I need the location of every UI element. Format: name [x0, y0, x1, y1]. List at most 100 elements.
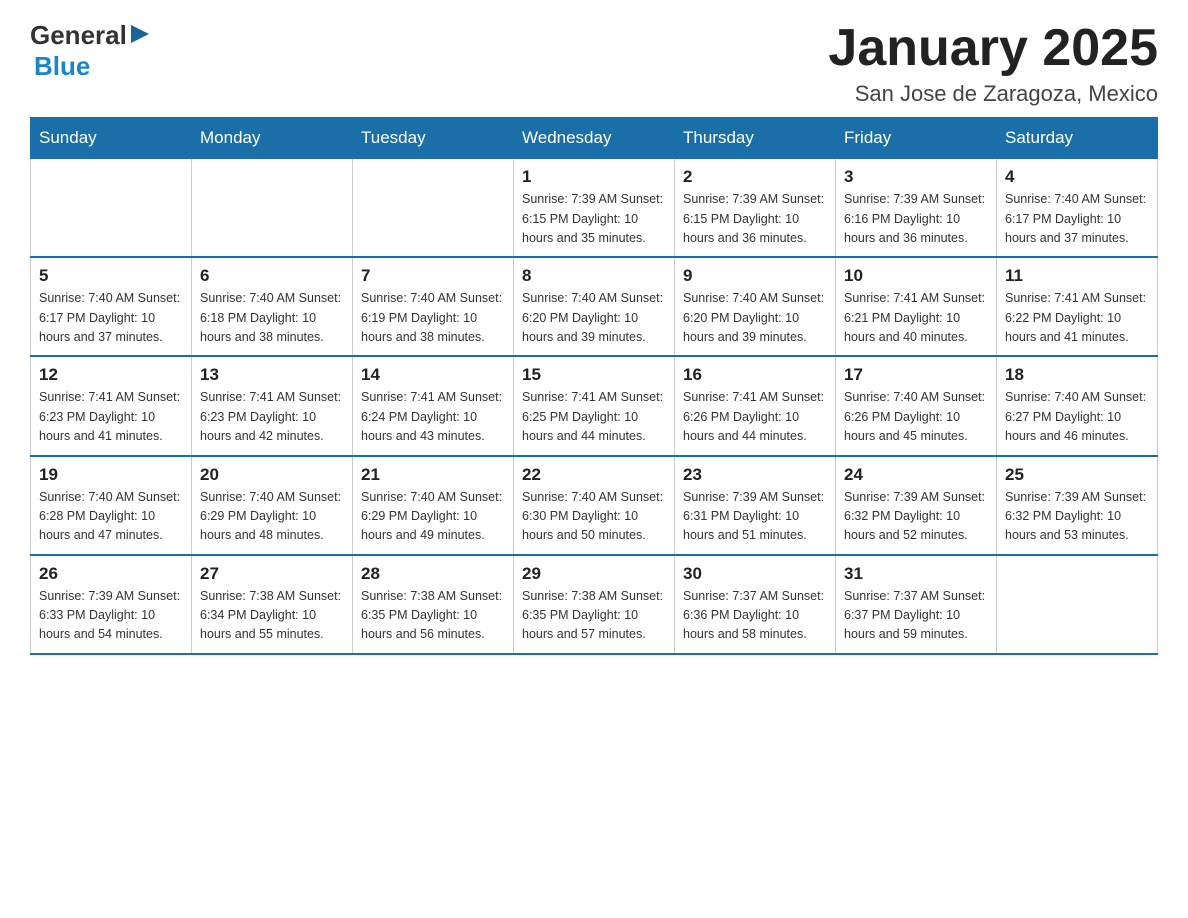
calendar-week-row: 5 Sunrise: 7:40 AM Sunset: 6:17 PM Daylig…: [31, 257, 1158, 356]
calendar-cell: 1 Sunrise: 7:39 AM Sunset: 6:15 PM Daylig…: [514, 159, 675, 258]
logo: General Blue: [30, 20, 151, 82]
calendar-table: SundayMondayTuesdayWednesdayThursdayFrid…: [30, 117, 1158, 655]
day-info: Sunrise: 7:41 AM Sunset: 6:23 PM Dayligh…: [200, 388, 344, 446]
day-number: 2: [683, 167, 827, 187]
day-info: Sunrise: 7:40 AM Sunset: 6:29 PM Dayligh…: [361, 488, 505, 546]
day-number: 8: [522, 266, 666, 286]
calendar-cell: 22Sunrise: 7:40 AM Sunset: 6:30 PM Dayli…: [514, 456, 675, 555]
calendar-cell: 10 Sunrise: 7:41 AM Sunset: 6:21 PM Dayli…: [836, 257, 997, 356]
calendar-cell: 20 Sunrise: 7:40 AM Sunset: 6:29 PM Dayli…: [192, 456, 353, 555]
calendar-cell: 8 Sunrise: 7:40 AM Sunset: 6:20 PM Daylig…: [514, 257, 675, 356]
day-number: 10: [844, 266, 988, 286]
day-number: 24: [844, 465, 988, 485]
day-number: 1: [522, 167, 666, 187]
day-info: Sunrise: 7:39 AM Sunset: 6:31 PM Dayligh…: [683, 488, 827, 546]
day-info: Sunrise: 7:40 AM Sunset: 6:19 PM Dayligh…: [361, 289, 505, 347]
day-number: 11: [1005, 266, 1149, 286]
day-info: Sunrise: 7:41 AM Sunset: 6:25 PM Dayligh…: [522, 388, 666, 446]
day-number: 29: [522, 564, 666, 584]
day-info: Sunrise: 7:41 AM Sunset: 6:23 PM Dayligh…: [39, 388, 183, 446]
day-info: Sunrise: 7:40 AM Sunset: 6:17 PM Dayligh…: [39, 289, 183, 347]
logo-general-text: General: [30, 20, 127, 51]
day-number: 26: [39, 564, 183, 584]
calendar-cell: 13 Sunrise: 7:41 AM Sunset: 6:23 PM Dayli…: [192, 356, 353, 455]
calendar-cell: 17 Sunrise: 7:40 AM Sunset: 6:26 PM Dayli…: [836, 356, 997, 455]
day-info: Sunrise: 7:39 AM Sunset: 6:15 PM Dayligh…: [683, 190, 827, 248]
calendar-week-row: 19 Sunrise: 7:40 AM Sunset: 6:28 PM Dayli…: [31, 456, 1158, 555]
weekday-header-wednesday: Wednesday: [514, 118, 675, 159]
day-number: 9: [683, 266, 827, 286]
day-number: 20: [200, 465, 344, 485]
calendar-cell: 27 Sunrise: 7:38 AM Sunset: 6:34 PM Dayli…: [192, 555, 353, 654]
day-info: Sunrise: 7:41 AM Sunset: 6:21 PM Dayligh…: [844, 289, 988, 347]
calendar-cell: 31 Sunrise: 7:37 AM Sunset: 6:37 PM Dayli…: [836, 555, 997, 654]
day-info: Sunrise: 7:40 AM Sunset: 6:18 PM Dayligh…: [200, 289, 344, 347]
day-info: Sunrise: 7:40 AM Sunset: 6:27 PM Dayligh…: [1005, 388, 1149, 446]
day-info: Sunrise: 7:39 AM Sunset: 6:33 PM Dayligh…: [39, 587, 183, 645]
calendar-cell: 11 Sunrise: 7:41 AM Sunset: 6:22 PM Dayli…: [997, 257, 1158, 356]
day-info: Sunrise: 7:38 AM Sunset: 6:34 PM Dayligh…: [200, 587, 344, 645]
logo-blue-text: Blue: [34, 51, 90, 81]
day-number: 14: [361, 365, 505, 385]
calendar-cell: [31, 159, 192, 258]
day-number: 6: [200, 266, 344, 286]
day-info: Sunrise: 7:40 AM Sunset: 6:28 PM Dayligh…: [39, 488, 183, 546]
calendar-cell: 7 Sunrise: 7:40 AM Sunset: 6:19 PM Daylig…: [353, 257, 514, 356]
day-info: Sunrise: 7:40 AM Sunset: 6:17 PM Dayligh…: [1005, 190, 1149, 248]
day-info: Sunrise: 7:40 AM Sunset: 6:26 PM Dayligh…: [844, 388, 988, 446]
day-number: 25: [1005, 465, 1149, 485]
day-number: 18: [1005, 365, 1149, 385]
calendar-cell: 26 Sunrise: 7:39 AM Sunset: 6:33 PM Dayli…: [31, 555, 192, 654]
title-section: January 2025 San Jose de Zaragoza, Mexic…: [828, 20, 1158, 107]
day-number: 3: [844, 167, 988, 187]
weekday-header-saturday: Saturday: [997, 118, 1158, 159]
day-number: 31: [844, 564, 988, 584]
day-info: Sunrise: 7:39 AM Sunset: 6:32 PM Dayligh…: [844, 488, 988, 546]
calendar-cell: 3 Sunrise: 7:39 AM Sunset: 6:16 PM Daylig…: [836, 159, 997, 258]
calendar-header-row: SundayMondayTuesdayWednesdayThursdayFrid…: [31, 118, 1158, 159]
day-info: Sunrise: 7:40 AM Sunset: 6:20 PM Dayligh…: [522, 289, 666, 347]
day-info: Sunrise: 7:40 AM Sunset: 6:29 PM Dayligh…: [200, 488, 344, 546]
calendar-cell: 28Sunrise: 7:38 AM Sunset: 6:35 PM Dayli…: [353, 555, 514, 654]
day-info: Sunrise: 7:37 AM Sunset: 6:37 PM Dayligh…: [844, 587, 988, 645]
day-number: 5: [39, 266, 183, 286]
day-number: 7: [361, 266, 505, 286]
calendar-cell: [997, 555, 1158, 654]
day-number: 19: [39, 465, 183, 485]
calendar-week-row: 26 Sunrise: 7:39 AM Sunset: 6:33 PM Dayli…: [31, 555, 1158, 654]
day-number: 15: [522, 365, 666, 385]
weekday-header-friday: Friday: [836, 118, 997, 159]
day-number: 12: [39, 365, 183, 385]
weekday-header-tuesday: Tuesday: [353, 118, 514, 159]
day-number: 28: [361, 564, 505, 584]
calendar-cell: 15 Sunrise: 7:41 AM Sunset: 6:25 PM Dayli…: [514, 356, 675, 455]
calendar-cell: 30 Sunrise: 7:37 AM Sunset: 6:36 PM Dayli…: [675, 555, 836, 654]
calendar-cell: 23 Sunrise: 7:39 AM Sunset: 6:31 PM Dayli…: [675, 456, 836, 555]
month-title: January 2025: [828, 20, 1158, 77]
day-number: 22: [522, 465, 666, 485]
day-info: Sunrise: 7:39 AM Sunset: 6:15 PM Dayligh…: [522, 190, 666, 248]
day-number: 30: [683, 564, 827, 584]
calendar-cell: 12 Sunrise: 7:41 AM Sunset: 6:23 PM Dayli…: [31, 356, 192, 455]
calendar-cell: 6 Sunrise: 7:40 AM Sunset: 6:18 PM Daylig…: [192, 257, 353, 356]
day-info: Sunrise: 7:41 AM Sunset: 6:22 PM Dayligh…: [1005, 289, 1149, 347]
calendar-week-row: 1 Sunrise: 7:39 AM Sunset: 6:15 PM Daylig…: [31, 159, 1158, 258]
day-number: 21: [361, 465, 505, 485]
day-info: Sunrise: 7:41 AM Sunset: 6:24 PM Dayligh…: [361, 388, 505, 446]
day-number: 17: [844, 365, 988, 385]
calendar-cell: 16Sunrise: 7:41 AM Sunset: 6:26 PM Dayli…: [675, 356, 836, 455]
day-number: 23: [683, 465, 827, 485]
calendar-cell: 24 Sunrise: 7:39 AM Sunset: 6:32 PM Dayli…: [836, 456, 997, 555]
day-number: 13: [200, 365, 344, 385]
calendar-cell: 2 Sunrise: 7:39 AM Sunset: 6:15 PM Daylig…: [675, 159, 836, 258]
weekday-header-thursday: Thursday: [675, 118, 836, 159]
logo-arrow-icon: [129, 23, 151, 45]
day-info: Sunrise: 7:40 AM Sunset: 6:20 PM Dayligh…: [683, 289, 827, 347]
day-info: Sunrise: 7:38 AM Sunset: 6:35 PM Dayligh…: [522, 587, 666, 645]
day-info: Sunrise: 7:39 AM Sunset: 6:16 PM Dayligh…: [844, 190, 988, 248]
calendar-cell: 18 Sunrise: 7:40 AM Sunset: 6:27 PM Dayli…: [997, 356, 1158, 455]
calendar-cell: 25Sunrise: 7:39 AM Sunset: 6:32 PM Dayli…: [997, 456, 1158, 555]
day-number: 27: [200, 564, 344, 584]
day-info: Sunrise: 7:37 AM Sunset: 6:36 PM Dayligh…: [683, 587, 827, 645]
calendar-week-row: 12 Sunrise: 7:41 AM Sunset: 6:23 PM Dayli…: [31, 356, 1158, 455]
